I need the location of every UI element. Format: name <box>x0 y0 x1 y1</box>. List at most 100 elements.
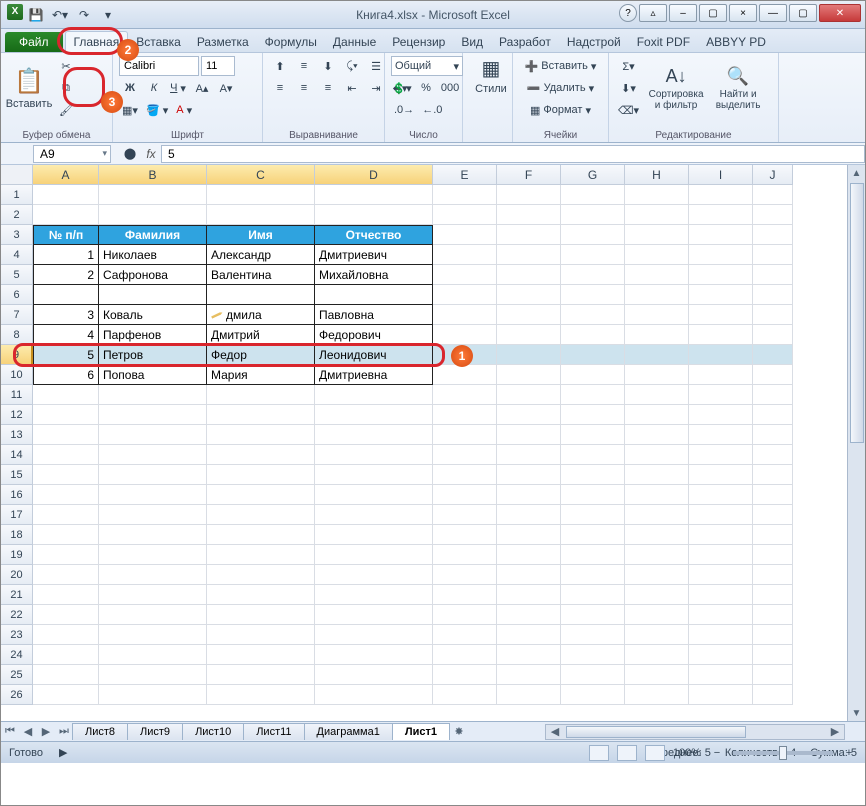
cell[interactable] <box>689 605 753 625</box>
number-format-combo[interactable]: Общий▾ <box>391 56 463 76</box>
cell[interactable]: № п/п <box>33 225 99 245</box>
sheet-nav-prev[interactable]: ◀ <box>19 723 37 741</box>
cell[interactable] <box>497 545 561 565</box>
format-cells-button[interactable]: ▦Формат▾ <box>519 100 602 120</box>
cell[interactable] <box>561 225 625 245</box>
cell[interactable] <box>497 185 561 205</box>
cell[interactable] <box>99 665 207 685</box>
cell[interactable] <box>625 405 689 425</box>
row-header[interactable]: 10 <box>1 365 33 385</box>
cell[interactable] <box>497 205 561 225</box>
sheet-tab[interactable]: Лист9 <box>127 723 183 740</box>
cell[interactable] <box>625 625 689 645</box>
cell[interactable] <box>33 525 99 545</box>
cell[interactable] <box>497 465 561 485</box>
hscroll-thumb[interactable] <box>566 726 746 738</box>
new-sheet-button[interactable]: ✸ <box>450 723 468 741</box>
cell[interactable]: 1 <box>33 245 99 265</box>
cell[interactable] <box>207 585 315 605</box>
cell[interactable] <box>497 265 561 285</box>
cell[interactable]: Леонидович <box>315 345 433 365</box>
cell[interactable] <box>561 445 625 465</box>
insert-cells-button[interactable]: ➕Вставить▾ <box>519 56 602 76</box>
cell[interactable] <box>99 685 207 705</box>
cell[interactable] <box>753 185 793 205</box>
cell[interactable] <box>625 345 689 365</box>
row-header[interactable]: 26 <box>1 685 33 705</box>
name-box[interactable]: A9 <box>33 145 111 163</box>
sheet-nav-last[interactable]: ⏭ <box>55 723 73 741</box>
row-header[interactable]: 11 <box>1 385 33 405</box>
cell[interactable] <box>33 685 99 705</box>
cell[interactable] <box>433 205 497 225</box>
cell[interactable] <box>625 445 689 465</box>
clear-button[interactable]: ⌫▾ <box>615 100 642 120</box>
cell[interactable] <box>433 685 497 705</box>
cell[interactable] <box>625 265 689 285</box>
cell[interactable] <box>315 205 433 225</box>
decrease-indent-button[interactable]: ⇤ <box>341 78 363 98</box>
cell[interactable]: дмила <box>207 305 315 325</box>
underline-button[interactable]: Ч▾ <box>167 78 189 98</box>
select-all-triangle[interactable] <box>1 165 33 185</box>
row-header[interactable]: 17 <box>1 505 33 525</box>
cell[interactable] <box>99 285 207 305</box>
cell[interactable] <box>99 625 207 645</box>
increase-indent-button[interactable]: ⇥ <box>365 78 387 98</box>
cell[interactable] <box>33 565 99 585</box>
cell[interactable] <box>433 185 497 205</box>
cell[interactable] <box>625 665 689 685</box>
cell[interactable] <box>625 225 689 245</box>
cell[interactable] <box>433 405 497 425</box>
close-button[interactable]: ✕ <box>819 4 861 22</box>
minimize-button[interactable]: — <box>759 4 787 22</box>
cell[interactable] <box>561 625 625 645</box>
cell[interactable] <box>207 385 315 405</box>
cell[interactable] <box>689 345 753 365</box>
cell[interactable] <box>689 625 753 645</box>
cell[interactable] <box>561 485 625 505</box>
cell[interactable] <box>497 665 561 685</box>
shrink-font-button[interactable]: A▾ <box>215 78 237 98</box>
cell[interactable] <box>753 565 793 585</box>
cell[interactable] <box>497 305 561 325</box>
cell[interactable]: Имя <box>207 225 315 245</box>
cell[interactable] <box>99 205 207 225</box>
cell[interactable] <box>689 565 753 585</box>
cell[interactable] <box>207 565 315 585</box>
currency-button[interactable]: 💲▾ <box>391 78 413 98</box>
cell[interactable]: Дмитрий <box>207 325 315 345</box>
cell[interactable] <box>33 545 99 565</box>
inner-close-button[interactable]: × <box>729 4 757 22</box>
cell[interactable] <box>753 385 793 405</box>
row-header[interactable]: 7 <box>1 305 33 325</box>
cell[interactable] <box>561 345 625 365</box>
cell[interactable]: 3 <box>33 305 99 325</box>
cell[interactable] <box>753 325 793 345</box>
cell[interactable] <box>689 525 753 545</box>
cell[interactable] <box>689 405 753 425</box>
cell[interactable] <box>433 265 497 285</box>
fill-button[interactable]: ⬇▾ <box>615 78 642 98</box>
cell[interactable] <box>33 605 99 625</box>
cell[interactable] <box>497 685 561 705</box>
cell[interactable] <box>689 285 753 305</box>
column-header[interactable]: C <box>207 165 315 185</box>
cell[interactable] <box>689 445 753 465</box>
view-layout-button[interactable] <box>617 745 637 761</box>
cell[interactable] <box>561 365 625 385</box>
cell[interactable] <box>689 265 753 285</box>
cell[interactable] <box>497 425 561 445</box>
copy-button[interactable]: ⧉ <box>55 78 77 98</box>
cell[interactable] <box>497 505 561 525</box>
cell[interactable] <box>497 445 561 465</box>
row-header[interactable]: 15 <box>1 465 33 485</box>
cell[interactable] <box>99 565 207 585</box>
cell[interactable] <box>315 525 433 545</box>
row-header[interactable]: 25 <box>1 665 33 685</box>
cell[interactable] <box>99 645 207 665</box>
cell[interactable] <box>561 545 625 565</box>
cell[interactable] <box>207 285 315 305</box>
column-header[interactable]: E <box>433 165 497 185</box>
zoom-out-button[interactable]: − <box>709 747 725 759</box>
